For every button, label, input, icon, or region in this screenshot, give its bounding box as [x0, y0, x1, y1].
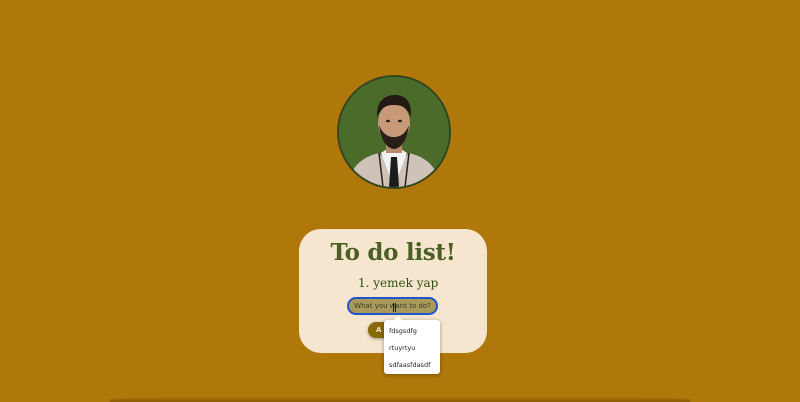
profile-avatar: [337, 75, 451, 189]
page: To do list! 1. yemek yap A fdsgsdfg rtuy…: [0, 0, 800, 402]
task-list: 1. yemek yap: [358, 276, 438, 290]
task-number: 1.: [358, 276, 370, 290]
autocomplete-option[interactable]: fdsgsdfg: [384, 323, 440, 340]
task-item: 1. yemek yap: [358, 276, 438, 290]
autocomplete-option[interactable]: rtuyrtyu: [384, 340, 440, 357]
autocomplete-option[interactable]: sdfaasfdasdf: [384, 357, 440, 374]
text-cursor-icon: [393, 303, 396, 312]
card-title: To do list!: [330, 239, 456, 266]
dropdown-pointer-icon: [394, 316, 402, 320]
bottom-shadow: [110, 396, 690, 402]
autocomplete-dropdown: fdsgsdfg rtuyrtyu sdfaasfdasdf: [384, 316, 440, 374]
profile-photo-icon: [339, 77, 449, 187]
task-text: yemek yap: [373, 276, 439, 290]
